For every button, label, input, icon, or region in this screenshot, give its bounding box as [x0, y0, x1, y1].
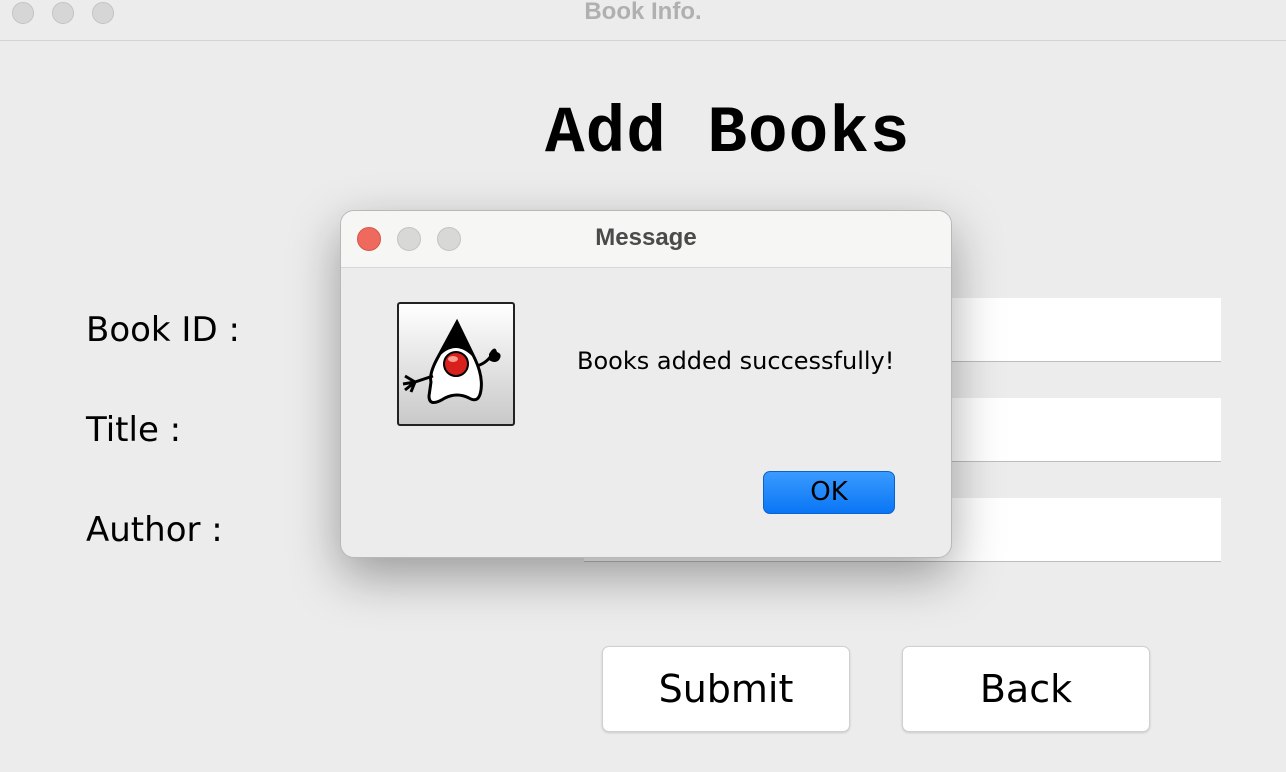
back-button[interactable]: Back: [902, 646, 1150, 732]
book-id-label: Book ID :: [86, 310, 240, 350]
window-titlebar: Book Info.: [0, 0, 1286, 41]
title-label: Title :: [86, 410, 182, 450]
java-duke-icon: [397, 302, 515, 426]
dialog-title: Message: [595, 224, 697, 251]
window-title: Book Info.: [584, 0, 702, 25]
ok-button[interactable]: OK: [763, 471, 895, 514]
dialog-message: Books added successfully!: [577, 347, 895, 375]
message-dialog: Message Books added successfully! OK: [340, 210, 952, 558]
page-title: Add Books: [545, 96, 911, 171]
submit-button[interactable]: Submit: [602, 646, 850, 732]
dialog-titlebar: Message: [341, 211, 951, 268]
author-label: Author :: [86, 510, 223, 550]
